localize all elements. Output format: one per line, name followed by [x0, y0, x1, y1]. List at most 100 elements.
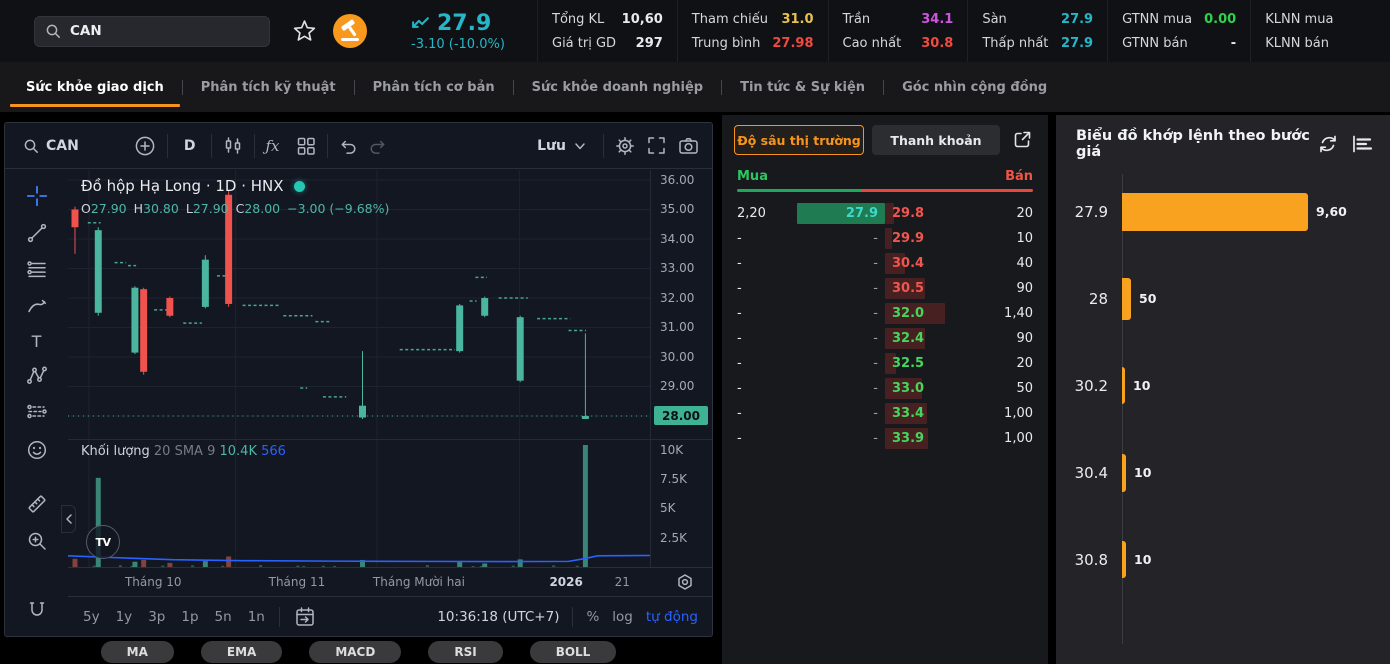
nav-tab[interactable]: Phân tích cơ bản — [355, 62, 513, 112]
indicator-button[interactable]: BOLL — [530, 641, 617, 663]
buy-price-cell[interactable]: - — [797, 278, 885, 299]
price-axis[interactable]: 36.0035.0034.0033.0032.0031.0030.0029.00… — [650, 170, 712, 567]
order-book-row[interactable]: --33.91,00 — [722, 426, 1048, 451]
brush-tool-icon[interactable] — [24, 295, 50, 319]
settings-gear-icon[interactable] — [614, 135, 636, 157]
compare-add-icon[interactable] — [133, 134, 157, 158]
buy-price-cell[interactable]: - — [797, 403, 885, 424]
chart-symbol-button[interactable]: CAN — [17, 134, 85, 158]
buy-price-cell[interactable]: - — [797, 303, 885, 324]
order-book-row[interactable]: --32.01,40 — [722, 301, 1048, 326]
buy-price-cell[interactable]: - — [797, 428, 885, 449]
save-button[interactable]: Lưu — [531, 134, 593, 158]
indicators-fx-icon[interactable]: ƒx — [265, 137, 279, 155]
order-book-row[interactable]: --32.490 — [722, 326, 1048, 351]
nav-tab[interactable]: Tin tức & Sự kiện — [722, 62, 883, 112]
buy-price-cell[interactable]: - — [797, 378, 885, 399]
range-button[interactable]: 3p — [147, 607, 166, 627]
sell-price-cell[interactable]: 30.5 — [885, 278, 973, 299]
crosshair-tool-icon[interactable] — [24, 184, 50, 208]
buy-price: - — [873, 431, 885, 446]
volume-tick: 7.5K — [660, 472, 687, 486]
chart-main: Đồ hộp Hạ Long · 1D · HNX O27.90H30.80L2… — [68, 170, 712, 636]
clock[interactable]: 10:36:18 (UTC+7) — [437, 609, 559, 625]
pattern-tool-icon[interactable] — [24, 364, 50, 388]
indicator-button[interactable]: MA — [101, 641, 174, 663]
sell-price-cell[interactable]: 29.8 — [885, 203, 973, 224]
toolbar-collapse-handle[interactable] — [61, 505, 76, 533]
price-pane[interactable]: Đồ hộp Hạ Long · 1D · HNX O27.90H30.80L2… — [68, 170, 650, 439]
parallel-lines-tool-icon[interactable] — [24, 258, 50, 282]
zoom-in-tool-icon[interactable] — [24, 529, 50, 553]
indicator-button[interactable]: EMA — [201, 641, 282, 663]
indicator-button[interactable]: MACD — [309, 641, 401, 663]
favorite-star-icon[interactable] — [292, 19, 317, 44]
order-book-row[interactable]: --33.41,00 — [722, 401, 1048, 426]
trendline-tool-icon[interactable] — [24, 221, 50, 245]
buy-price: - — [873, 331, 885, 346]
sell-price-cell[interactable]: 33.9 — [885, 428, 973, 449]
time-axis-settings-icon[interactable] — [676, 573, 694, 591]
percent-scale-button[interactable]: % — [586, 609, 599, 625]
nav-tab[interactable]: Sức khỏe giao dịch — [8, 62, 182, 112]
chevron-down-icon — [573, 140, 587, 152]
magnet-tool-icon[interactable] — [24, 599, 50, 623]
redo-icon[interactable] — [368, 137, 388, 155]
range-button[interactable]: 5n — [214, 607, 233, 627]
nav-tab[interactable]: Góc nhìn cộng đồng — [884, 62, 1065, 112]
buy-price-cell[interactable]: - — [797, 228, 885, 249]
volume-pane[interactable]: Khối lượng 20 SMA 9 10.4K 566 TV — [68, 439, 650, 567]
buy-price-cell[interactable]: - — [797, 253, 885, 274]
stat-value: 27.9 — [1061, 12, 1093, 27]
nav-tab[interactable]: Phân tích kỹ thuật — [183, 62, 354, 112]
symbol-search-input[interactable]: CAN — [34, 16, 270, 47]
order-book-row[interactable]: --32.520 — [722, 351, 1048, 376]
range-button[interactable]: 5y — [82, 607, 101, 627]
nav-tab[interactable]: Sức khỏe doanh nghiệp — [514, 62, 721, 112]
interval-button[interactable]: D — [178, 134, 202, 158]
indicator-button[interactable]: RSI — [428, 641, 502, 663]
auto-scale-button[interactable]: tự động — [646, 609, 698, 625]
candle-style-icon[interactable] — [222, 135, 244, 157]
undo-icon[interactable] — [338, 137, 358, 155]
tab-liquidity[interactable]: Thanh khoản — [872, 125, 1000, 155]
live-dot-icon — [294, 181, 305, 192]
sell-price-cell[interactable]: 33.0 — [885, 378, 973, 399]
order-book-row[interactable]: --30.440 — [722, 251, 1048, 276]
camera-snapshot-icon[interactable] — [677, 135, 700, 156]
stat-column: Sàn27.9Thấp nhất27.9 — [967, 0, 1107, 62]
fullscreen-icon[interactable] — [646, 135, 667, 156]
log-scale-button[interactable]: log — [612, 609, 633, 625]
order-book-row[interactable]: --29.910 — [722, 226, 1048, 251]
ruler-tool-icon[interactable] — [24, 492, 50, 516]
bar-chart-icon[interactable] — [1350, 133, 1374, 155]
chart-panel[interactable]: CAN D ƒx — [4, 122, 713, 637]
draw-pencil-icon[interactable] — [24, 636, 50, 637]
time-axis[interactable]: Tháng 10Tháng 11Tháng Mười hai202621 — [68, 567, 712, 596]
go-to-date-icon[interactable] — [293, 605, 317, 629]
order-book-row[interactable]: 2,2027.929.820 — [722, 201, 1048, 226]
sell-price-cell[interactable]: 32.4 — [885, 328, 973, 349]
layout-grid-icon[interactable] — [295, 135, 317, 157]
order-book-row[interactable]: --33.050 — [722, 376, 1048, 401]
tradingview-logo[interactable]: TV — [86, 525, 120, 559]
sell-price-cell[interactable]: 32.5 — [885, 353, 973, 374]
text-tool-icon[interactable]: T — [24, 332, 50, 351]
range-button[interactable]: 1n — [247, 607, 266, 627]
sell-price-cell[interactable]: 32.0 — [885, 303, 973, 324]
range-button[interactable]: 1p — [180, 607, 199, 627]
tab-market-depth[interactable]: Độ sâu thị trường — [734, 125, 864, 155]
refresh-icon[interactable] — [1317, 133, 1339, 155]
sell-price-cell[interactable]: 33.4 — [885, 403, 973, 424]
open-external-button[interactable] — [1008, 129, 1036, 151]
range-button[interactable]: 1y — [115, 607, 134, 627]
forecast-tool-icon[interactable] — [24, 401, 50, 425]
sell-price-cell[interactable]: 30.4 — [885, 253, 973, 274]
sell-price-cell[interactable]: 29.9 — [885, 228, 973, 249]
order-book-row[interactable]: --30.590 — [722, 276, 1048, 301]
buy-price-cell[interactable]: - — [797, 328, 885, 349]
buy-price-cell[interactable]: 27.9 — [797, 203, 885, 224]
gavel-icon[interactable] — [333, 14, 367, 48]
emoji-tool-icon[interactable] — [24, 438, 50, 462]
buy-price-cell[interactable]: - — [797, 353, 885, 374]
